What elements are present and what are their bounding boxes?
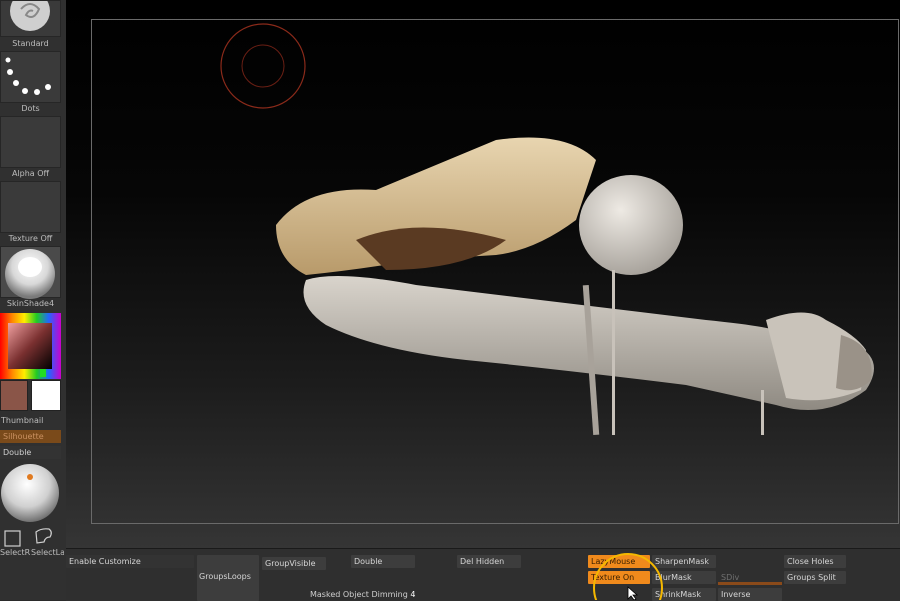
alpha-label: Alpha Off [11,169,50,178]
main-color-swatch[interactable] [0,380,28,411]
bone-model[interactable] [266,130,876,450]
mouse-pointer-icon [627,586,639,600]
secondary-color-swatch[interactable] [31,380,61,411]
texture-selector[interactable] [0,181,61,233]
color-picker[interactable] [0,313,61,379]
material-sphere-icon [5,249,55,299]
standard-brush-icon [10,0,50,31]
select-lasso-tool[interactable] [33,527,55,548]
dots-stroke-icon [5,57,51,95]
enable-customize-button[interactable]: Enable Customize [66,555,194,568]
masked-dimming-text: Masked Object Dimming [310,590,408,599]
bottom-palette: Enable Customize GroupsLoops GroupVisibl… [66,548,900,601]
brush-cursor-icon [220,23,306,109]
sdiv-label: SDiv [721,573,740,582]
inverse-button[interactable]: Inverse [718,588,782,601]
group-loops-button[interactable]: GroupsLoops [197,555,259,601]
masked-dimming-label: Masked Object Dimming 4 [310,590,415,599]
double-toggle[interactable]: Double [0,446,61,459]
select-lasso-label: SelectLa [31,548,64,557]
close-holes-button[interactable]: Close Holes [784,555,846,568]
select-rect-icon [4,530,21,547]
select-lasso-icon [35,528,52,544]
groups-split-button[interactable]: Groups Split [784,571,846,584]
stroke-label: Dots [21,104,40,113]
select-rect-label: SelectRe [0,548,30,557]
del-hidden-button[interactable]: Del Hidden [457,555,521,568]
material-selector[interactable] [0,246,61,299]
stroke-selector[interactable] [0,51,61,103]
brush-selector[interactable] [0,0,61,37]
group-visible-button[interactable]: GroupVisible [262,557,326,570]
color-wheel-icon [0,313,61,379]
texture-label: Texture Off [8,234,53,243]
preview-sphere-icon [1,464,59,522]
alpha-selector[interactable] [0,116,61,168]
double-button[interactable]: Double [351,555,415,568]
select-rect-tool[interactable] [3,529,22,548]
sdiv-slider-track [718,582,782,585]
preview-sphere[interactable] [0,462,61,524]
canvas-viewport[interactable] [66,0,900,548]
material-label: SkinShade4 [6,299,55,308]
brush-label: Standard [12,39,49,48]
masked-dimming-value: 4 [410,590,416,599]
thumbnail-label: Thumbnail [1,416,44,425]
left-tray: Standard Dots Alpha Off Texture Off Skin… [0,0,67,600]
silhouette-button[interactable]: Silhouette [0,430,61,443]
